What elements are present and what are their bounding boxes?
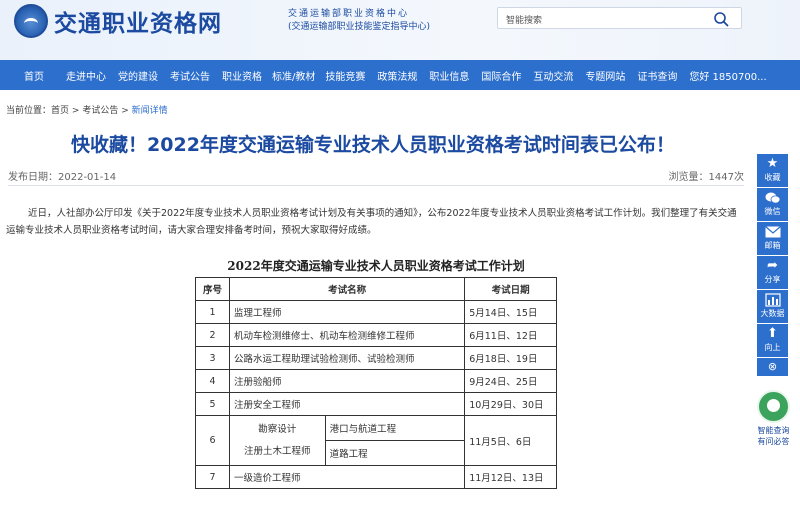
- article-intro: 近日，人社部办公厅印发《关于2022年度专业技术人员职业资格考试计划及有关事项的…: [6, 208, 737, 236]
- column-header: 考试名称: [228, 277, 466, 301]
- exam-name: 注册验船师: [228, 369, 466, 393]
- floating-sidebar: ★ 收藏 微信 邮箱 ➦ 分享 大数据 ⬆ 向上 ⊗: [757, 154, 788, 376]
- table-row: 6 勘察设计 注册土木工程师 港口与航道工程 11月5日、6日: [195, 415, 557, 466]
- breadcrumb-separator: >: [121, 106, 129, 116]
- breadcrumb-section[interactable]: 考试公告: [82, 106, 118, 116]
- search-input[interactable]: [506, 11, 706, 31]
- nav-home[interactable]: 首页: [24, 68, 44, 83]
- exam-date: 10月29日、30日: [464, 392, 557, 416]
- assistant-label: 有问必答: [757, 437, 790, 446]
- sidebar-label: 向上: [764, 343, 781, 352]
- assistant-label: 智能查询: [757, 426, 790, 435]
- table-row: 5 注册安全工程师 10月29日、30日: [195, 392, 557, 416]
- site-title[interactable]: 交通职业资格网: [54, 4, 222, 38]
- exam-subname: 道路工程: [324, 440, 466, 466]
- email-button[interactable]: 邮箱: [757, 222, 788, 255]
- nav-interaction[interactable]: 互动交流: [533, 68, 573, 83]
- back-to-top-button[interactable]: ⬆ 向上: [757, 324, 788, 357]
- column-header: 序号: [195, 277, 230, 301]
- exam-subname: 港口与航道工程: [324, 415, 466, 441]
- breadcrumb-prefix: 当前位置：: [6, 106, 52, 116]
- exam-category-line: 注册土木工程师: [244, 445, 311, 457]
- star-icon: ★: [766, 156, 779, 171]
- sidebar-close-button[interactable]: ⊗: [757, 358, 788, 376]
- close-icon: ⊗: [767, 360, 778, 373]
- publish-date: 发布日期：2022-01-14: [8, 172, 117, 183]
- exam-date: 11月12日、13日: [464, 465, 557, 489]
- nav-about[interactable]: 走进中心: [66, 68, 106, 83]
- exam-name: 机动车检测维修士、机动车检测维修工程师: [228, 323, 466, 347]
- breadcrumb-home[interactable]: 首页: [51, 106, 69, 116]
- wechat-icon: [757, 188, 788, 206]
- chart-icon: [757, 290, 788, 308]
- search-icon[interactable]: [713, 11, 729, 27]
- exam-date: 5月14日、15日: [464, 300, 557, 324]
- row-number: 4: [195, 369, 230, 393]
- table-row: 4 注册验船师 9月24日、25日: [195, 369, 557, 393]
- nav-international[interactable]: 国际合作: [481, 68, 521, 83]
- sidebar-label: 分享: [764, 275, 781, 284]
- exam-name: 一级造价工程师: [228, 465, 466, 489]
- share-icon: ➦: [767, 258, 778, 273]
- org-info: 交通运输部职业资格中心 (交通运输部职业技能鉴定指导中心): [288, 8, 430, 34]
- sidebar-label: 邮箱: [764, 241, 781, 250]
- assistant-avatar-icon[interactable]: [757, 390, 790, 423]
- nav-user-greeting[interactable]: 您好 1850700...: [689, 68, 766, 83]
- row-number: 6: [195, 415, 230, 466]
- nav-party[interactable]: 党的建设: [118, 68, 158, 83]
- share-button[interactable]: ➦ 分享: [757, 256, 788, 289]
- row-number: 3: [195, 346, 230, 370]
- table-row: 2 机动车检测维修士、机动车检测维修工程师 6月11日、12日: [195, 323, 557, 347]
- article-title: 快收藏！2022年度交通运输专业技术人员职业资格考试时间表已公布！: [71, 134, 675, 156]
- row-number: 5: [195, 392, 230, 416]
- main-nav: 首页 走进中心 党的建设 考试公告 职业资格 标准/教材 技能竞赛 政策法规 职…: [0, 60, 800, 90]
- breadcrumb-current: 新闻详情: [131, 106, 168, 116]
- favorite-button[interactable]: ★ 收藏: [757, 154, 788, 187]
- table-row: 7 一级造价工程师 11月12日、13日: [195, 465, 557, 489]
- table-row: 3 公路水运工程助理试验检测师、试验检测师 6月18日、19日: [195, 346, 557, 370]
- nav-competition[interactable]: 技能竞赛: [325, 68, 365, 83]
- table-header-row: 序号 考试名称 考试日期: [195, 277, 557, 301]
- exam-category: 勘察设计 注册土木工程师: [228, 415, 326, 466]
- mail-icon: [757, 222, 788, 240]
- smart-assistant[interactable]: 智能查询 有问必答: [757, 390, 790, 447]
- breadcrumb-separator: >: [71, 106, 80, 116]
- sidebar-label: 收藏: [764, 173, 781, 182]
- exam-plan-table: 序号 考试名称 考试日期 1 监理工程师 5月14日、15日 2 机动车检测维修…: [195, 277, 557, 489]
- exam-date: 6月18日、19日: [464, 346, 557, 370]
- nav-career-info[interactable]: 职业信息: [429, 68, 469, 83]
- breadcrumb: 当前位置：首页 > 考试公告 > 新闻详情: [6, 103, 168, 116]
- row-number: 1: [195, 300, 230, 324]
- title-divider: [8, 185, 744, 186]
- big-data-button[interactable]: 大数据: [757, 290, 788, 323]
- org-subname: (交通运输部职业技能鉴定指导中心): [288, 22, 431, 32]
- row-number: 7: [195, 465, 230, 489]
- nav-exam-notice[interactable]: 考试公告: [170, 68, 210, 83]
- nav-cert-query[interactable]: 证书查询: [637, 68, 677, 83]
- arrow-up-icon: ⬆: [767, 326, 778, 341]
- exam-date: 11月5日、6日: [464, 415, 557, 466]
- exam-name: 注册安全工程师: [228, 392, 466, 416]
- row-number: 2: [195, 323, 230, 347]
- exam-date: 6月11日、12日: [464, 323, 557, 347]
- sidebar-label: 微信: [764, 207, 781, 216]
- nav-qualification[interactable]: 职业资格: [222, 68, 262, 83]
- search-box: [497, 7, 742, 31]
- table-title: 2022年度交通运输专业技术人员职业资格考试工作计划: [227, 259, 525, 273]
- exam-category-line: 勘察设计: [258, 423, 297, 435]
- nav-standards[interactable]: 标准/教材: [272, 68, 315, 83]
- site-header: 交通职业资格网 交通运输部职业资格中心 (交通运输部职业技能鉴定指导中心): [0, 0, 800, 60]
- exam-date: 9月24日、25日: [464, 369, 557, 393]
- nav-topics[interactable]: 专题网站: [585, 68, 625, 83]
- wechat-button[interactable]: 微信: [757, 188, 788, 221]
- site-logo[interactable]: [14, 4, 48, 38]
- exam-name: 监理工程师: [228, 300, 466, 324]
- nav-policy[interactable]: 政策法规: [377, 68, 417, 83]
- exam-name: 公路水运工程助理试验检测师、试验检测师: [228, 346, 466, 370]
- sidebar-label: 大数据: [760, 309, 785, 318]
- table-row: 1 监理工程师 5月14日、15日: [195, 300, 557, 324]
- org-name: 交通运输部职业资格中心: [288, 9, 410, 19]
- view-count: 浏览量：1447次: [668, 172, 744, 183]
- column-header: 考试日期: [464, 277, 557, 301]
